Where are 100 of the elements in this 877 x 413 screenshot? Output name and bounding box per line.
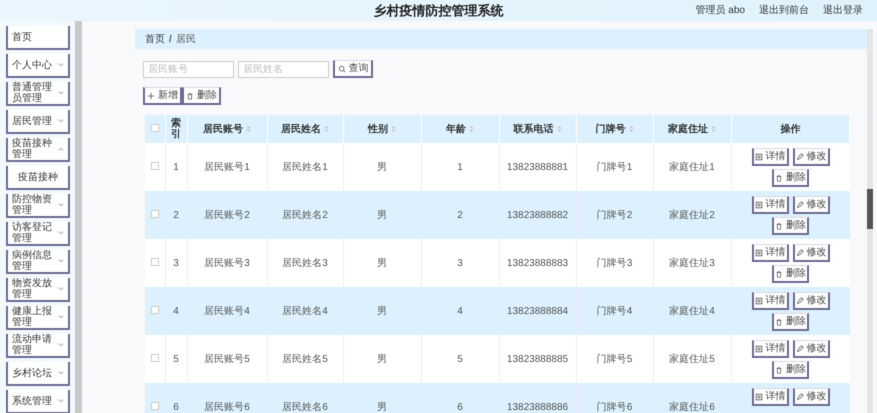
table-cell: 居民姓名3: [282, 258, 328, 268]
document-icon: [754, 392, 762, 400]
table-cell: 13823888883: [506, 258, 568, 268]
trash-icon: [775, 318, 783, 326]
details-button[interactable]: 详情: [752, 148, 788, 166]
table-cell: 家庭住址6: [669, 402, 715, 412]
checkbox[interactable]: [150, 162, 159, 170]
delete-button[interactable]: 删除: [182, 87, 221, 105]
trash-icon: [775, 174, 783, 182]
edit-button[interactable]: 修改: [792, 388, 830, 406]
details-button[interactable]: 详情: [752, 340, 788, 358]
sort-icon[interactable]: [628, 126, 634, 132]
checkbox[interactable]: [150, 210, 159, 218]
table-cell: 男: [377, 210, 387, 220]
sidebar-item[interactable]: 流动申请管理: [6, 334, 70, 358]
sidebar-item[interactable]: 居民管理: [6, 110, 70, 134]
table-cell: 居民姓名1: [282, 162, 328, 172]
trash-icon: [775, 366, 783, 374]
edit-button[interactable]: 修改: [792, 148, 830, 166]
search-icon: [338, 64, 346, 72]
table-cell: 2: [173, 210, 179, 220]
table-cell: 6: [457, 402, 463, 412]
sidebar-item[interactable]: 普通管理员管理: [6, 82, 70, 106]
page-scrollbar[interactable]: [867, 29, 873, 413]
details-button[interactable]: 详情: [752, 196, 788, 214]
trash-icon: [775, 270, 783, 278]
document-icon: [754, 200, 762, 208]
table-cell: 居民账号4: [204, 306, 250, 316]
table-cell: 门牌号5: [596, 354, 632, 364]
delete-button[interactable]: 删除: [772, 217, 809, 235]
checkbox[interactable]: [150, 354, 159, 362]
sidebar-item[interactable]: 疫苗接种管理: [6, 138, 70, 162]
document-icon: [754, 296, 762, 304]
sidebar-item[interactable]: 乡村论坛: [6, 362, 70, 386]
sort-icon[interactable]: [391, 126, 396, 132]
sidebar-item[interactable]: 健康上报管理: [6, 306, 70, 330]
table-cell: 家庭住址3: [669, 258, 715, 268]
table-cell: 门牌号3: [596, 258, 632, 268]
sidebar-scrollbar[interactable]: [75, 21, 82, 413]
table-cell: 门牌号2: [596, 210, 632, 220]
search-field[interactable]: 居民账号: [143, 60, 234, 78]
details-button[interactable]: 详情: [752, 292, 788, 310]
table-cell: 1: [457, 162, 463, 172]
sort-icon[interactable]: [556, 126, 562, 132]
trash-icon: [775, 222, 783, 230]
pencil-icon: [796, 152, 804, 160]
document-icon: [754, 344, 762, 352]
details-button[interactable]: 详情: [752, 388, 788, 406]
table-cell: 13823888886: [506, 402, 568, 412]
sort-icon[interactable]: [324, 126, 329, 132]
table-cell: 门牌号6: [596, 402, 632, 412]
document-icon: [754, 152, 762, 160]
header-link[interactable]: 退出登录: [823, 3, 863, 18]
search-field[interactable]: 居民姓名: [238, 60, 329, 78]
checkbox[interactable]: [150, 306, 159, 314]
search-button[interactable]: 查询: [333, 60, 373, 78]
edit-button[interactable]: 修改: [792, 244, 830, 262]
table-cell: 男: [377, 258, 387, 268]
table-cell: 男: [377, 306, 387, 316]
table-cell: 13823888882: [506, 210, 568, 220]
sidebar-item[interactable]: 首页: [6, 26, 70, 50]
breadcrumb-link[interactable]: 首页: [145, 32, 165, 46]
sidebar-item[interactable]: 防控物资管理: [6, 194, 70, 218]
delete-button[interactable]: 删除: [772, 169, 809, 187]
sort-icon[interactable]: [469, 126, 474, 132]
sidebar-item[interactable]: 病例信息管理: [6, 250, 70, 274]
user-menu-link[interactable]: 管理员 abo: [696, 3, 745, 18]
table-cell: 家庭住址4: [669, 306, 715, 316]
table-cell: 家庭住址5: [669, 354, 715, 364]
delete-button[interactable]: 删除: [772, 313, 809, 331]
checkbox[interactable]: [150, 258, 159, 266]
edit-button[interactable]: 修改: [792, 340, 830, 358]
table-cell: 3: [457, 258, 463, 268]
checkbox[interactable]: [150, 124, 159, 132]
table-cell: 13823888881: [506, 162, 568, 172]
pencil-icon: [796, 248, 804, 256]
pencil-icon: [796, 344, 804, 352]
edit-button[interactable]: 修改: [792, 196, 830, 214]
sidebar-item[interactable]: 访客登记管理: [6, 222, 70, 246]
table-cell: 13823888885: [506, 354, 568, 364]
sidebar-item[interactable]: 系统管理: [6, 390, 70, 413]
sidebar-item[interactable]: 疫苗接种: [6, 166, 70, 190]
table-cell: 男: [377, 402, 387, 412]
table-cell: 居民账号3: [204, 258, 250, 268]
table-cell: 居民姓名4: [282, 306, 328, 316]
checkbox[interactable]: [150, 402, 159, 410]
sidebar-item[interactable]: 个人中心: [6, 54, 70, 78]
edit-button[interactable]: 修改: [792, 292, 830, 310]
sort-icon[interactable]: [711, 126, 716, 132]
details-button[interactable]: 详情: [752, 244, 788, 262]
trash-icon: [186, 92, 194, 100]
sidebar-item[interactable]: 物资发放管理: [6, 278, 70, 302]
delete-button[interactable]: 删除: [772, 265, 809, 283]
add-button[interactable]: 新增: [143, 87, 182, 105]
table-cell: 门牌号1: [596, 162, 632, 172]
table-cell: 13823888884: [506, 306, 568, 316]
table-cell: 5: [457, 354, 463, 364]
sort-icon[interactable]: [246, 126, 251, 132]
delete-button[interactable]: 删除: [772, 361, 809, 379]
header-link[interactable]: 退出到前台: [759, 3, 809, 18]
